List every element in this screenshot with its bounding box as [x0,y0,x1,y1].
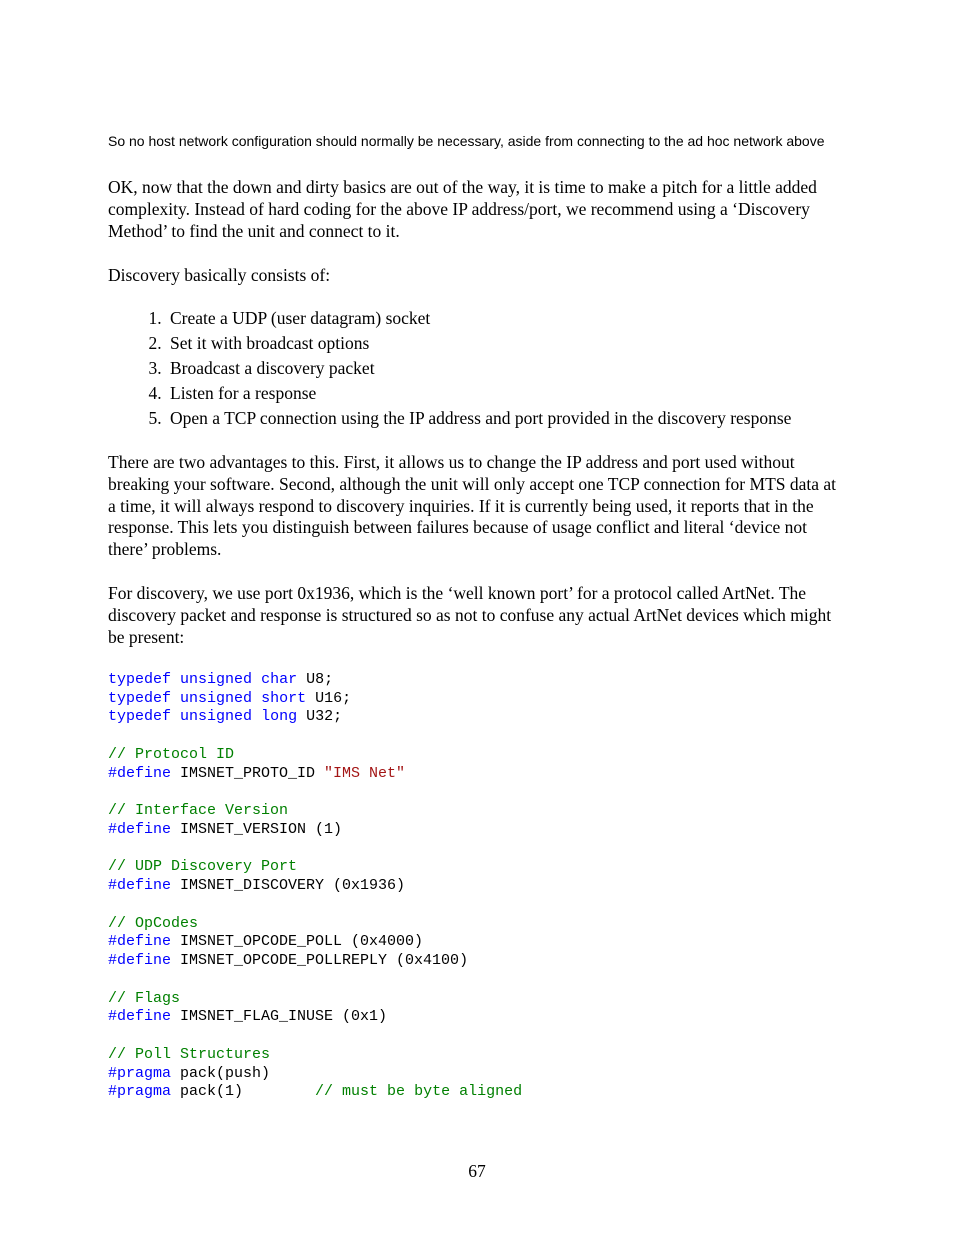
comment: // OpCodes [108,915,198,932]
code-text [252,671,261,688]
page-number: 67 [0,1161,954,1183]
code-text: U8; [297,671,333,688]
keyword: typedef [108,708,171,725]
preproc: #define [108,821,171,838]
preproc: #define [108,765,171,782]
discovery-intro: Discovery basically consists of: [108,265,846,287]
advantages-paragraph: There are two advantages to this. First,… [108,452,846,561]
code-text: IMSNET_OPCODE_POLLREPLY (0x4100) [171,952,468,969]
code-text [252,690,261,707]
code-text: pack(push) [171,1065,270,1082]
intro-paragraph: OK, now that the down and dirty basics a… [108,177,846,243]
code-text: IMSNET_OPCODE_POLL (0x4000) [171,933,423,950]
code-text: IMSNET_DISCOVERY (0x1936) [171,877,405,894]
comment: // must be byte aligned [315,1083,522,1100]
keyword: long [261,708,297,725]
preproc: #define [108,952,171,969]
step-item: Set it with broadcast options [166,333,846,355]
step-item: Listen for a response [166,383,846,405]
comment: // Poll Structures [108,1046,270,1063]
document-page: So no host network configuration should … [0,0,954,1235]
code-text: IMSNET_FLAG_INUSE (0x1) [171,1008,387,1025]
preproc: #define [108,877,171,894]
discovery-steps-list: Create a UDP (user datagram) socket Set … [108,308,846,429]
code-text: pack(1) [171,1083,315,1100]
keyword: unsigned [180,708,252,725]
preproc: #pragma [108,1065,171,1082]
code-text: U32; [297,708,342,725]
keyword: short [261,690,306,707]
code-text [171,690,180,707]
code-text: U16; [306,690,351,707]
code-text: IMSNET_VERSION (1) [171,821,342,838]
code-text [252,708,261,725]
code-text [171,671,180,688]
step-item: Broadcast a discovery packet [166,358,846,380]
keyword: typedef [108,671,171,688]
keyword: unsigned [180,671,252,688]
comment: // UDP Discovery Port [108,858,297,875]
keyword: unsigned [180,690,252,707]
comment: // Flags [108,990,180,1007]
keyword: typedef [108,690,171,707]
string-literal: "IMS Net" [324,765,405,782]
code-text [171,708,180,725]
comment: // Interface Version [108,802,288,819]
keyword: char [261,671,297,688]
step-item: Create a UDP (user datagram) socket [166,308,846,330]
config-note: So no host network configuration should … [108,132,846,151]
preproc: #define [108,933,171,950]
code-block: typedef unsigned char U8; typedef unsign… [108,671,846,1102]
code-text: IMSNET_PROTO_ID [171,765,324,782]
preproc: #pragma [108,1083,171,1100]
comment: // Protocol ID [108,746,234,763]
artnet-paragraph: For discovery, we use port 0x1936, which… [108,583,846,649]
preproc: #define [108,1008,171,1025]
step-item: Open a TCP connection using the IP addre… [166,408,846,430]
